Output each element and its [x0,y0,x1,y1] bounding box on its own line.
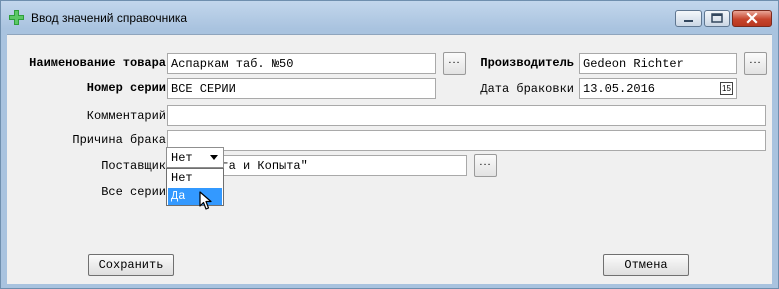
minimize-icon [684,20,693,22]
dropdown-option-yes[interactable]: Да [168,188,222,205]
maximize-icon [711,13,723,23]
cancel-button[interactable]: Отмена [603,254,689,276]
reject-reason-label: Причина брака [72,133,166,147]
series-number-label: Номер серии [86,81,166,95]
comment-field[interactable] [167,105,766,126]
window-title: Ввод значений справочника [31,11,188,25]
green-cross-icon [9,10,24,25]
mouse-pointer-icon [199,191,212,210]
manufacturer-browse-button[interactable]: ... [744,52,767,75]
manufacturer-label: Производитель [480,56,574,70]
reject-date-field[interactable]: 13.05.2016 15 [579,78,737,99]
dialog-window: Ввод значений справочника Наименование т… [0,0,779,289]
reject-date-label: Дата браковки [480,82,574,96]
product-label: Наименование товара [29,56,166,70]
all-series-select[interactable]: Нет [166,147,224,168]
minimize-button[interactable] [675,10,702,27]
title-bar[interactable]: Ввод значений справочника [1,1,778,33]
reject-date-value: 13.05.2016 [583,82,656,96]
maximize-button[interactable] [704,10,730,27]
series-number-field[interactable]: ВСЕ СЕРИИ [167,78,436,99]
manufacturer-field[interactable]: Gedeon Richter [579,53,737,74]
close-button[interactable] [732,10,772,27]
dialog-body: Наименование товара Аспаркам таб. №50 ..… [7,34,772,284]
calendar-icon[interactable]: 15 [720,82,733,95]
all-series-label: Все серии [101,185,166,199]
chevron-down-icon[interactable] [206,149,222,166]
product-field[interactable]: Аспаркам таб. №50 [167,53,436,74]
supplier-browse-button[interactable]: ... [474,154,497,177]
supplier-label: Поставщик [101,159,166,173]
product-browse-button[interactable]: ... [443,52,466,75]
reject-reason-field[interactable] [167,130,766,151]
save-button[interactable]: Сохранить [88,254,174,276]
all-series-dropdown: Нет Да [166,168,224,206]
close-icon [746,12,758,24]
dropdown-option-no[interactable]: Нет [168,170,222,187]
all-series-value: Нет [171,151,193,165]
comment-label: Комментарий [86,109,166,123]
